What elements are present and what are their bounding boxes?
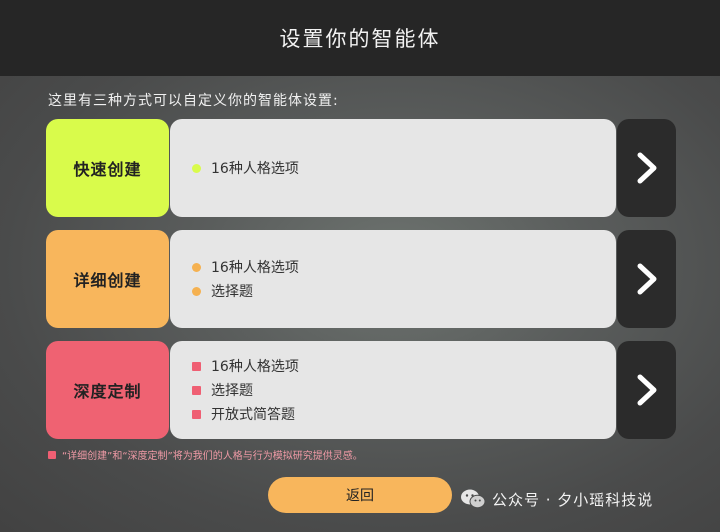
- option-label-quick[interactable]: 快速创建: [46, 119, 169, 217]
- back-button[interactable]: 返回: [268, 477, 452, 513]
- note-bullet-icon: [48, 450, 56, 459]
- option-label-deep[interactable]: 深度定制: [46, 341, 169, 439]
- item-text: 开放式简答题: [211, 407, 295, 423]
- watermark: 公众号 · 夕小瑶科技说: [460, 488, 653, 510]
- list-item: 选择题: [192, 281, 616, 301]
- footnote-text: “详细创建”和“深度定制”将为我们的人格与行为模拟研究提供灵感。: [62, 451, 363, 462]
- item-text: 选择题: [211, 284, 253, 300]
- bullet-icon: [192, 361, 201, 371]
- detailed-create-arrow-button[interactable]: [617, 230, 676, 328]
- subtitle: 这里有三种方式可以自定义你的智能体设置:: [48, 93, 339, 109]
- option-label-detailed[interactable]: 详细创建: [46, 230, 169, 328]
- bullet-icon: [192, 163, 201, 173]
- item-text: 16种人格选项: [211, 260, 299, 276]
- wechat-icon: [461, 489, 486, 509]
- list-item: 选择题: [192, 380, 616, 400]
- item-text: 16种人格选项: [211, 359, 299, 375]
- chevron-right-icon: [637, 152, 656, 184]
- chevron-right-icon: [637, 263, 656, 295]
- bullet-icon: [192, 385, 201, 395]
- page-title: 设置你的智能体: [279, 27, 441, 51]
- bullet-icon: [192, 286, 201, 296]
- list-item: 16种人格选项: [192, 356, 616, 376]
- footnote: “详细创建”和“深度定制”将为我们的人格与行为模拟研究提供灵感。: [48, 447, 363, 462]
- option-content-detailed: 16种人格选项 选择题: [170, 230, 616, 328]
- bullet-icon: [192, 409, 201, 419]
- list-item: 开放式简答题: [192, 404, 616, 424]
- list-item: 16种人格选项: [192, 158, 616, 178]
- bullet-icon: [192, 262, 201, 272]
- deep-customize-arrow-button[interactable]: [617, 341, 676, 439]
- header-bar: 设置你的智能体: [0, 0, 720, 76]
- watermark-text: 公众号 · 夕小瑶科技说: [492, 490, 654, 509]
- option-content-quick: 16种人格选项: [170, 119, 616, 217]
- item-text: 选择题: [211, 383, 253, 399]
- option-detailed-create[interactable]: 详细创建 16种人格选项 选择题: [46, 230, 676, 328]
- list-item: 16种人格选项: [192, 257, 616, 277]
- option-quick-create[interactable]: 快速创建 16种人格选项: [46, 119, 676, 217]
- chevron-right-icon: [637, 374, 656, 406]
- option-content-deep: 16种人格选项 选择题 开放式简答题: [170, 341, 616, 439]
- quick-create-arrow-button[interactable]: [617, 119, 676, 217]
- option-deep-customize[interactable]: 深度定制 16种人格选项 选择题 开放式简答题: [46, 341, 676, 439]
- item-text: 16种人格选项: [211, 161, 299, 177]
